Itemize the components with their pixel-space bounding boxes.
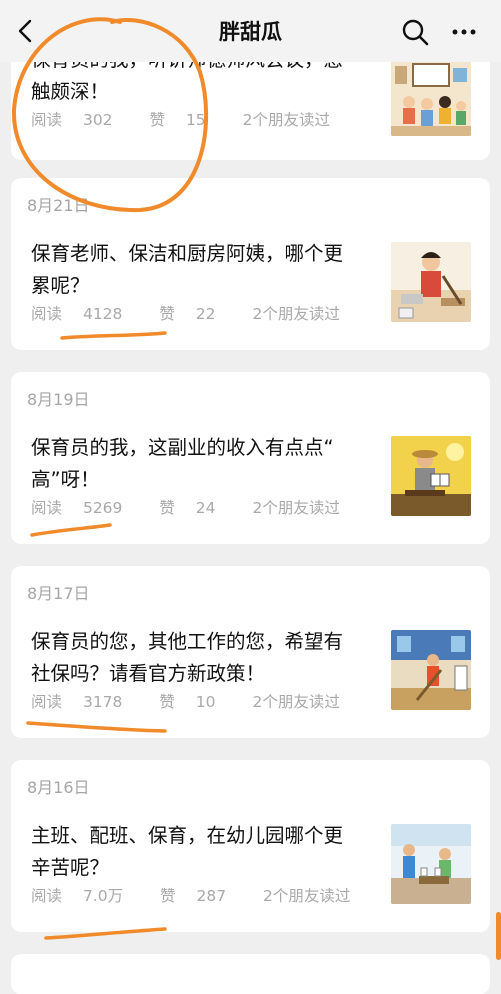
kindergarten-teachers-illustration[interactable] — [391, 824, 471, 904]
likes-label: 赞 — [159, 499, 175, 517]
publish-date: 8月21日 — [27, 196, 90, 215]
article-title[interactable]: 主班、配班、保育，在幼儿园哪个更 辛苦呢？ — [31, 820, 371, 884]
friends-read: 2个朋友读过 — [252, 305, 340, 323]
article-title-line: 主班、配班、保育，在幼儿园哪个更 — [31, 824, 344, 847]
reads-label: 阅读 — [31, 499, 63, 517]
sweeping-illustration[interactable] — [391, 630, 471, 710]
read-count: 4128 — [82, 305, 123, 323]
likes-label: 赞 — [159, 693, 175, 711]
article-title[interactable]: 保育老师、保洁和厨房阿姨，哪个更 累呢？ — [31, 238, 371, 302]
article-title-line: 保育员的我，这副业的收入有点点“ — [31, 436, 334, 459]
likes-label: 赞 — [159, 305, 175, 323]
classroom-illustration[interactable] — [391, 56, 471, 136]
article-card[interactable]: 8月19日 保育员的我，这副业的收入有点点“ 高”呀！ 阅读 5269 赞 24… — [11, 372, 490, 544]
friends-read: 2个朋友读过 — [263, 887, 351, 905]
likes-label: 赞 — [149, 111, 165, 129]
search-icon[interactable] — [401, 18, 429, 46]
read-count: 3178 — [82, 693, 123, 711]
article-stats: 阅读 5269 赞 24 2个朋友读过 — [31, 496, 356, 518]
friends-read: 2个朋友读过 — [242, 111, 330, 129]
cleaning-lady-illustration[interactable] — [391, 242, 471, 322]
publish-date: 8月19日 — [27, 390, 90, 409]
article-stats: 阅读 7.0万 赞 287 2个朋友读过 — [31, 884, 366, 906]
article-title-line: 辛苦呢？ — [31, 856, 110, 879]
scroll-indicator[interactable] — [496, 912, 501, 960]
top-bar: 胖甜瓜 — [0, 0, 501, 62]
like-count: 10 — [195, 693, 216, 711]
article-stats: 阅读 302 赞 15 2个朋友读过 — [31, 108, 346, 130]
article-card[interactable] — [11, 954, 490, 994]
article-title-line: 高”呀！ — [31, 468, 100, 491]
article-stats: 阅读 4128 赞 22 2个朋友读过 — [31, 302, 356, 324]
more-dots-icon[interactable] — [452, 28, 476, 36]
article-title[interactable]: 保育员的我，这副业的收入有点点“ 高”呀！ — [31, 432, 371, 496]
like-count: 15 — [185, 111, 206, 129]
reading-man-illustration[interactable] — [391, 436, 471, 516]
read-count: 5269 — [82, 499, 123, 517]
article-title-line: 触颇深！ — [31, 80, 110, 103]
article-title-line: 累呢？ — [31, 274, 90, 297]
reads-label: 阅读 — [31, 887, 63, 905]
article-card[interactable]: 8月21日 保育老师、保洁和厨房阿姨，哪个更 累呢？ 阅读 4128 赞 22 … — [11, 178, 490, 350]
reads-label: 阅读 — [31, 111, 63, 129]
article-title[interactable]: 保育员的您，其他工作的您，希望有 社保吗？请看官方新政策！ — [31, 626, 371, 690]
article-title-line: 保育老师、保洁和厨房阿姨，哪个更 — [31, 242, 344, 265]
friends-read: 2个朋友读过 — [252, 499, 340, 517]
reads-label: 阅读 — [31, 693, 63, 711]
article-stats: 阅读 3178 赞 10 2个朋友读过 — [31, 690, 356, 712]
friends-read: 2个朋友读过 — [252, 693, 340, 711]
like-count: 24 — [195, 499, 216, 517]
publish-date: 8月16日 — [27, 778, 90, 797]
read-count: 302 — [82, 111, 113, 129]
article-title-line: 社保吗？请看官方新政策！ — [31, 662, 266, 685]
read-count: 7.0万 — [82, 887, 124, 905]
article-title-line: 保育员的您，其他工作的您，希望有 — [31, 630, 344, 653]
publish-date: 8月17日 — [27, 584, 90, 603]
article-card[interactable]: 8月17日 保育员的您，其他工作的您，希望有 社保吗？请看官方新政策！ 阅读 3… — [11, 566, 490, 738]
like-count: 22 — [195, 305, 216, 323]
like-count: 287 — [196, 887, 227, 905]
likes-label: 赞 — [160, 887, 176, 905]
article-card[interactable]: 8月16日 主班、配班、保育，在幼儿园哪个更 辛苦呢？ 阅读 7.0万 赞 28… — [11, 760, 490, 932]
reads-label: 阅读 — [31, 305, 63, 323]
